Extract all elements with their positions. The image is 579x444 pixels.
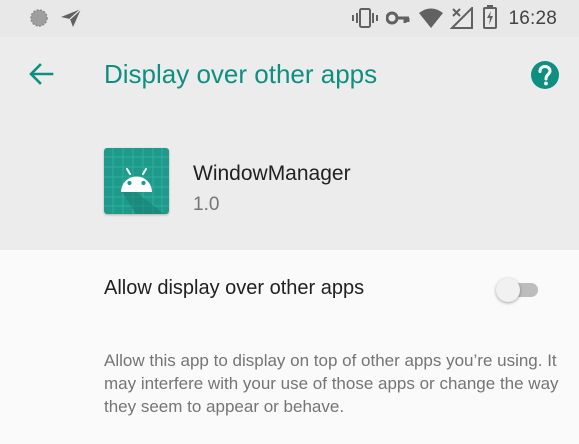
setting-summary: Allow this app to display on top of othe…: [104, 351, 559, 416]
status-bar: 16:28: [0, 0, 579, 37]
help-button[interactable]: [529, 59, 561, 91]
vibrate-icon: [352, 7, 378, 34]
send-icon: [60, 8, 82, 33]
help-icon: [529, 61, 561, 95]
settings-content: Allow display over other apps Allow this…: [0, 250, 579, 444]
status-time: 16:28: [508, 8, 557, 29]
allow-display-row[interactable]: Allow display over other apps: [0, 250, 579, 328]
switch-thumb: [496, 278, 520, 302]
app-version: 1.0: [193, 194, 220, 215]
notification-dot-icon: [29, 8, 49, 33]
page-title: Display over other apps: [104, 59, 378, 89]
vpn-key-icon: [385, 9, 410, 32]
no-signal-icon: [449, 5, 474, 34]
android-robot-icon: [104, 148, 169, 214]
app-icon: [104, 148, 169, 214]
app-name: WindowManager: [193, 162, 351, 185]
app-header: Display over other apps WindowManager 1.…: [0, 37, 579, 250]
allow-display-switch[interactable]: [496, 278, 542, 302]
back-button[interactable]: [24, 59, 58, 93]
wifi-icon: [418, 7, 444, 34]
arrow-back-icon: [28, 61, 54, 92]
battery-charging-icon: [483, 5, 497, 34]
allow-display-label: Allow display over other apps: [104, 277, 365, 299]
